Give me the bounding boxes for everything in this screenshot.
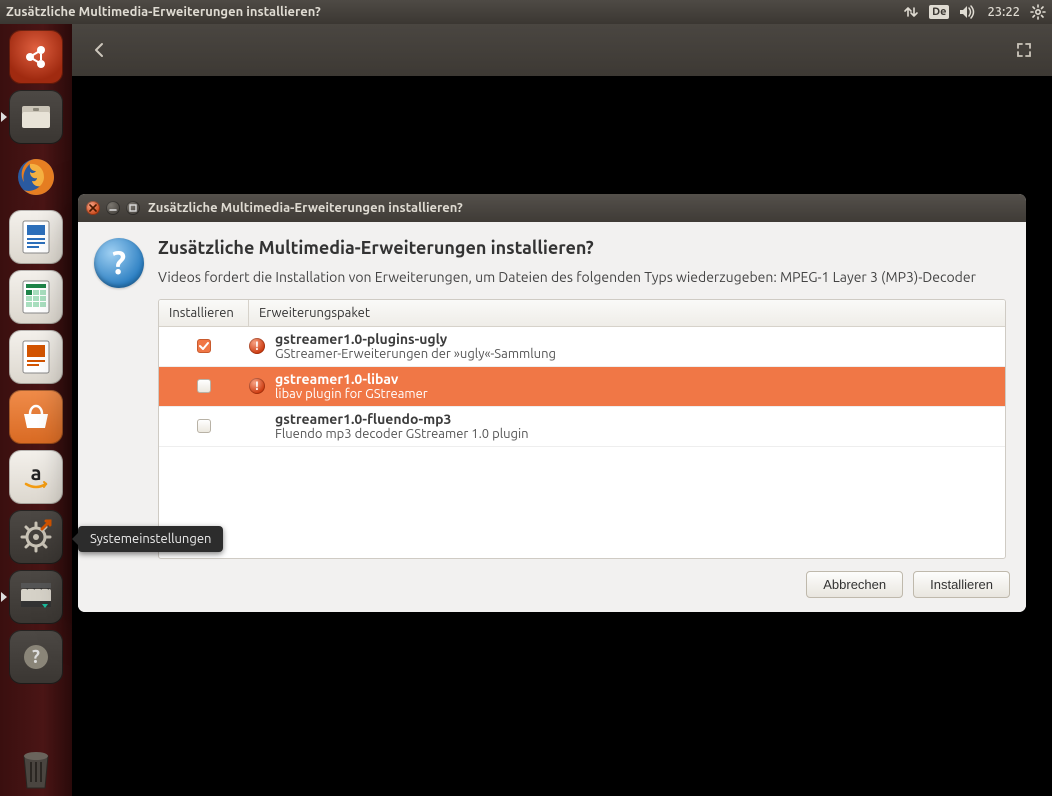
package-desc: Fluendo mp3 decoder GStreamer 1.0 plugin [275,427,997,441]
running-indicator-icon [1,592,7,602]
package-desc: libav plugin for GStreamer [275,387,997,401]
launcher-writer[interactable] [9,210,63,264]
video-app-toolbar [72,24,1052,76]
launcher-software-center[interactable] [9,390,63,444]
package-table: Installieren Erweiterungspaket ! gstreame… [158,299,1006,559]
launcher-firefox[interactable] [9,150,63,204]
dialog-description: Videos fordert die Installation von Erwe… [158,268,1006,287]
dialog-titlebar[interactable]: Zusätzliche Multimedia-Erweiterungen ins… [78,194,1026,222]
active-window-title: Zusätzliche Multimedia-Erweiterungen ins… [6,5,903,19]
launcher-impress[interactable] [9,330,63,384]
dialog-footer: Abbrechen Installieren [78,559,1026,612]
install-checkbox[interactable] [197,379,211,393]
package-desc: GStreamer-Erweiterungen der »ugly«-Samml… [275,347,997,361]
gear-icon[interactable] [1030,4,1046,20]
launcher-help[interactable]: ? [9,630,63,684]
svg-text:?: ? [32,647,40,667]
warning-icon: ! [249,338,265,354]
install-checkbox[interactable] [197,419,211,433]
table-row[interactable]: ! gstreamer1.0-plugins-uglyGStreamer-Erwe… [159,327,1005,367]
window-minimize-button[interactable] [106,201,120,215]
launcher-settings[interactable] [9,510,63,564]
clock[interactable]: 23:22 [987,5,1020,19]
cancel-button[interactable]: Abbrechen [806,571,903,598]
warning-icon: ! [249,378,265,394]
fullscreen-icon[interactable] [1010,36,1038,64]
window-close-button[interactable] [86,201,100,215]
launcher-calc[interactable] [9,270,63,324]
launcher-files[interactable] [9,90,63,144]
back-button[interactable] [86,36,114,64]
window-maximize-button[interactable] [126,201,140,215]
package-name: gstreamer1.0-plugins-ugly [275,331,997,347]
launcher-amazon[interactable]: a [9,450,63,504]
network-icon[interactable] [903,4,919,20]
dialog-heading: Zusätzliche Multimedia-Erweiterungen ins… [158,238,1006,258]
launcher-tooltip: Systemeinstellungen [78,526,223,552]
svg-text:a: a [31,461,42,484]
install-button[interactable]: Installieren [913,571,1010,598]
table-row[interactable]: ! gstreamer1.0-libavlibav plugin for GStr… [159,367,1005,407]
launcher-trash[interactable] [9,742,63,796]
table-header: Installieren Erweiterungspaket [159,300,1005,327]
launcher-dash[interactable] [9,30,63,84]
dialog-title: Zusätzliche Multimedia-Erweiterungen ins… [148,201,463,215]
col-package-header[interactable]: Erweiterungspaket [249,300,1005,326]
sound-icon[interactable] [959,4,977,20]
running-indicator-icon [1,112,7,122]
launcher-video-editor[interactable] [9,570,63,624]
top-panel: Zusätzliche Multimedia-Erweiterungen ins… [0,0,1052,24]
package-name: gstreamer1.0-fluendo-mp3 [275,411,997,427]
keyboard-indicator[interactable]: De [929,5,949,19]
col-install-header[interactable]: Installieren [159,300,249,326]
package-name: gstreamer1.0-libav [275,371,997,387]
indicator-area: De 23:22 [903,4,1046,20]
table-row[interactable]: gstreamer1.0-fluendo-mp3Fluendo mp3 deco… [159,407,1005,447]
question-icon: ? [94,238,144,288]
install-checkbox[interactable] [197,339,211,353]
launcher: a ? [0,24,72,796]
